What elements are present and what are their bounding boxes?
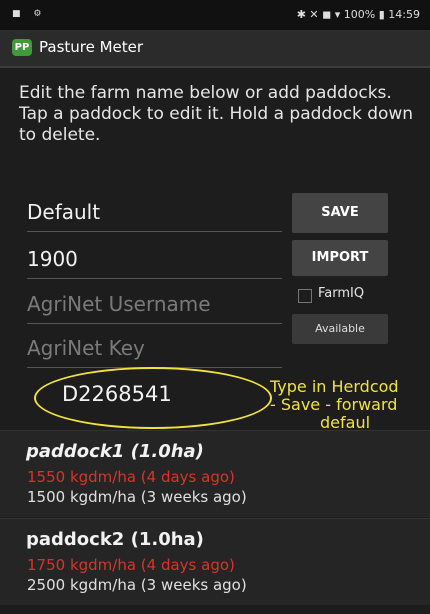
annotation-note: Type in Herdcod - Save - forward defaul xyxy=(270,378,430,432)
paddock-recent-reading: 1550 kgdm/ha (4 days ago) xyxy=(27,468,235,486)
status-bar: ■ ⚙ ✱ ✕ ◼ ▾ 100% ▮ 14:59 xyxy=(0,0,430,30)
app-title: Pasture Meter xyxy=(39,38,144,56)
save-button[interactable]: SAVE xyxy=(292,193,388,233)
status-indicators: ✱ ✕ ◼ ▾ 100% ▮ 14:59 xyxy=(296,8,420,21)
list-item[interactable]: paddock2 (1.0ha) 1750 kgdm/ha (4 days ag… xyxy=(0,519,430,605)
agrinet-username-field[interactable]: AgriNet Username xyxy=(27,285,282,324)
paddock-older-reading: 2500 kgdm/ha (3 weeks ago) xyxy=(27,576,247,594)
highlight-ellipse xyxy=(34,367,272,429)
instructions-text: Edit the farm name below or add paddocks… xyxy=(19,83,414,145)
farmiq-label: FarmIQ xyxy=(318,286,365,301)
annotation-line-2: - Save - forward xyxy=(270,395,398,414)
import-button[interactable]: IMPORT xyxy=(292,240,388,276)
appbar-divider xyxy=(0,66,430,68)
list-item[interactable]: paddock1 (1.0ha) 1550 kgdm/ha (4 days ag… xyxy=(0,431,430,517)
farm-name-field[interactable]: Default xyxy=(27,193,282,232)
paddock-recent-reading: 1750 kgdm/ha (4 days ago) xyxy=(27,556,235,574)
annotation-line-1: Type in Herdcod xyxy=(270,377,399,396)
app-logo-icon: PP xyxy=(12,39,32,56)
available-button[interactable]: Available xyxy=(292,314,388,344)
farmiq-checkbox[interactable] xyxy=(298,289,312,303)
paddock-older-reading: 1500 kgdm/ha (3 weeks ago) xyxy=(27,488,247,506)
agrinet-key-field[interactable]: AgriNet Key xyxy=(27,329,282,368)
paddock-title: paddock2 (1.0ha) xyxy=(26,529,204,550)
app-bar: PP Pasture Meter xyxy=(0,30,430,66)
number-field[interactable]: 1900 xyxy=(27,240,282,279)
paddock-title: paddock1 (1.0ha) xyxy=(26,441,204,462)
notification-icons: ■ ⚙ xyxy=(12,9,47,19)
